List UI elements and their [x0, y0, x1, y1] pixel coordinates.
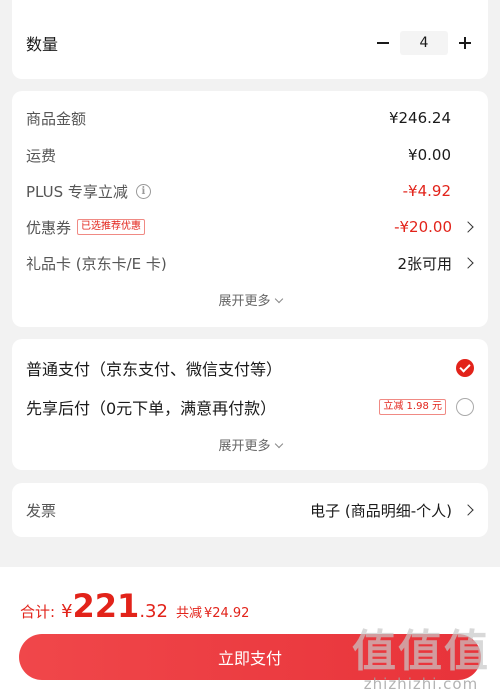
minus-icon	[377, 42, 389, 45]
goods-amount-value: ¥246.24	[388, 109, 451, 127]
quantity-input[interactable]: 4	[400, 31, 448, 55]
row-coupon[interactable]: 优惠券 已选推荐优惠 -¥20.00	[26, 215, 474, 239]
chevron-down-icon	[274, 294, 283, 304]
shipping-label: 运费	[26, 146, 57, 165]
coupon-badge: 已选推荐优惠	[77, 219, 146, 235]
saved-label: 共减	[175, 606, 202, 621]
decrease-quantity-button[interactable]	[374, 34, 392, 52]
expand-more-price[interactable]: 展开更多	[12, 290, 488, 309]
quantity-label: 数量	[26, 35, 59, 54]
currency-symbol: ¥	[61, 601, 73, 622]
radio-checked-icon[interactable]	[456, 359, 474, 377]
row-gift-card[interactable]: 礼品卡 (京东卡/E 卡) 2张可用	[26, 251, 474, 275]
increase-quantity-button[interactable]	[456, 34, 474, 52]
coupon-label: 优惠券	[26, 218, 72, 237]
total-label: 合计:	[20, 603, 56, 621]
price-details-card: 商品金额 ¥246.24 运费 ¥0.00 PLUS 专享立减 i -¥4.92…	[12, 91, 488, 327]
saved-value: ¥24.92	[203, 606, 250, 621]
invoice-value: 电子 (商品明细-个人)	[310, 500, 474, 521]
total-integer: 221	[72, 587, 140, 625]
plus-discount-value: -¥4.92	[402, 182, 451, 200]
payment-method-card: 普通支付（京东支付、微信支付等） 先享后付（0元下单，满意再付款） 立减 1.9…	[12, 339, 488, 470]
gift-card-label: 礼品卡 (京东卡/E 卡)	[26, 254, 167, 273]
row-plus-discount: PLUS 专享立减 i -¥4.92	[26, 179, 474, 203]
payment-option-label: 先享后付（0元下单，满意再付款）	[26, 399, 277, 418]
watermark-logo: 值值值	[352, 626, 490, 677]
row-goods-amount: 商品金额 ¥246.24	[26, 106, 474, 130]
watermark-text: zhizhizhi.com	[363, 675, 479, 693]
goods-amount-label: 商品金额	[26, 109, 87, 128]
quantity-card: 数量 4	[12, 0, 488, 79]
checkout-footer: 合计: ¥ 221 .32 共减 ¥24.92 立即支付 值值值 zhizhiz…	[0, 567, 500, 699]
row-shipping: 运费 ¥0.00	[26, 143, 474, 167]
invoice-card[interactable]: 发票 电子 (商品明细-个人)	[12, 483, 488, 537]
gift-card-value: 2张可用	[397, 253, 474, 274]
coupon-value: -¥20.00	[394, 218, 474, 236]
watermark: 值值值 zhizhizhi.com	[352, 626, 490, 694]
expand-more-payment[interactable]: 展开更多	[12, 435, 488, 454]
shipping-value: ¥0.00	[408, 146, 451, 164]
invoice-label: 发票	[26, 501, 57, 520]
chevron-right-icon	[462, 504, 474, 516]
quantity-stepper: 4	[374, 31, 474, 55]
chevron-right-icon	[462, 257, 474, 269]
radio-unchecked-icon[interactable]	[456, 398, 474, 416]
payment-option-standard[interactable]: 普通支付（京东支付、微信支付等）	[26, 356, 474, 380]
total-summary: 合计: ¥ 221 .32 共减 ¥24.92	[20, 587, 249, 625]
info-icon[interactable]: i	[135, 183, 151, 199]
chevron-down-icon	[274, 439, 283, 449]
payment-option-pay-later[interactable]: 先享后付（0元下单，满意再付款） 立减 1.98 元	[26, 395, 474, 419]
chevron-right-icon	[462, 221, 474, 233]
plus-discount-label: PLUS 专享立减	[26, 182, 128, 201]
payment-option-label: 普通支付（京东支付、微信支付等）	[26, 360, 283, 379]
discount-badge: 立减 1.98 元	[379, 399, 446, 415]
total-decimal: .32	[139, 601, 168, 622]
